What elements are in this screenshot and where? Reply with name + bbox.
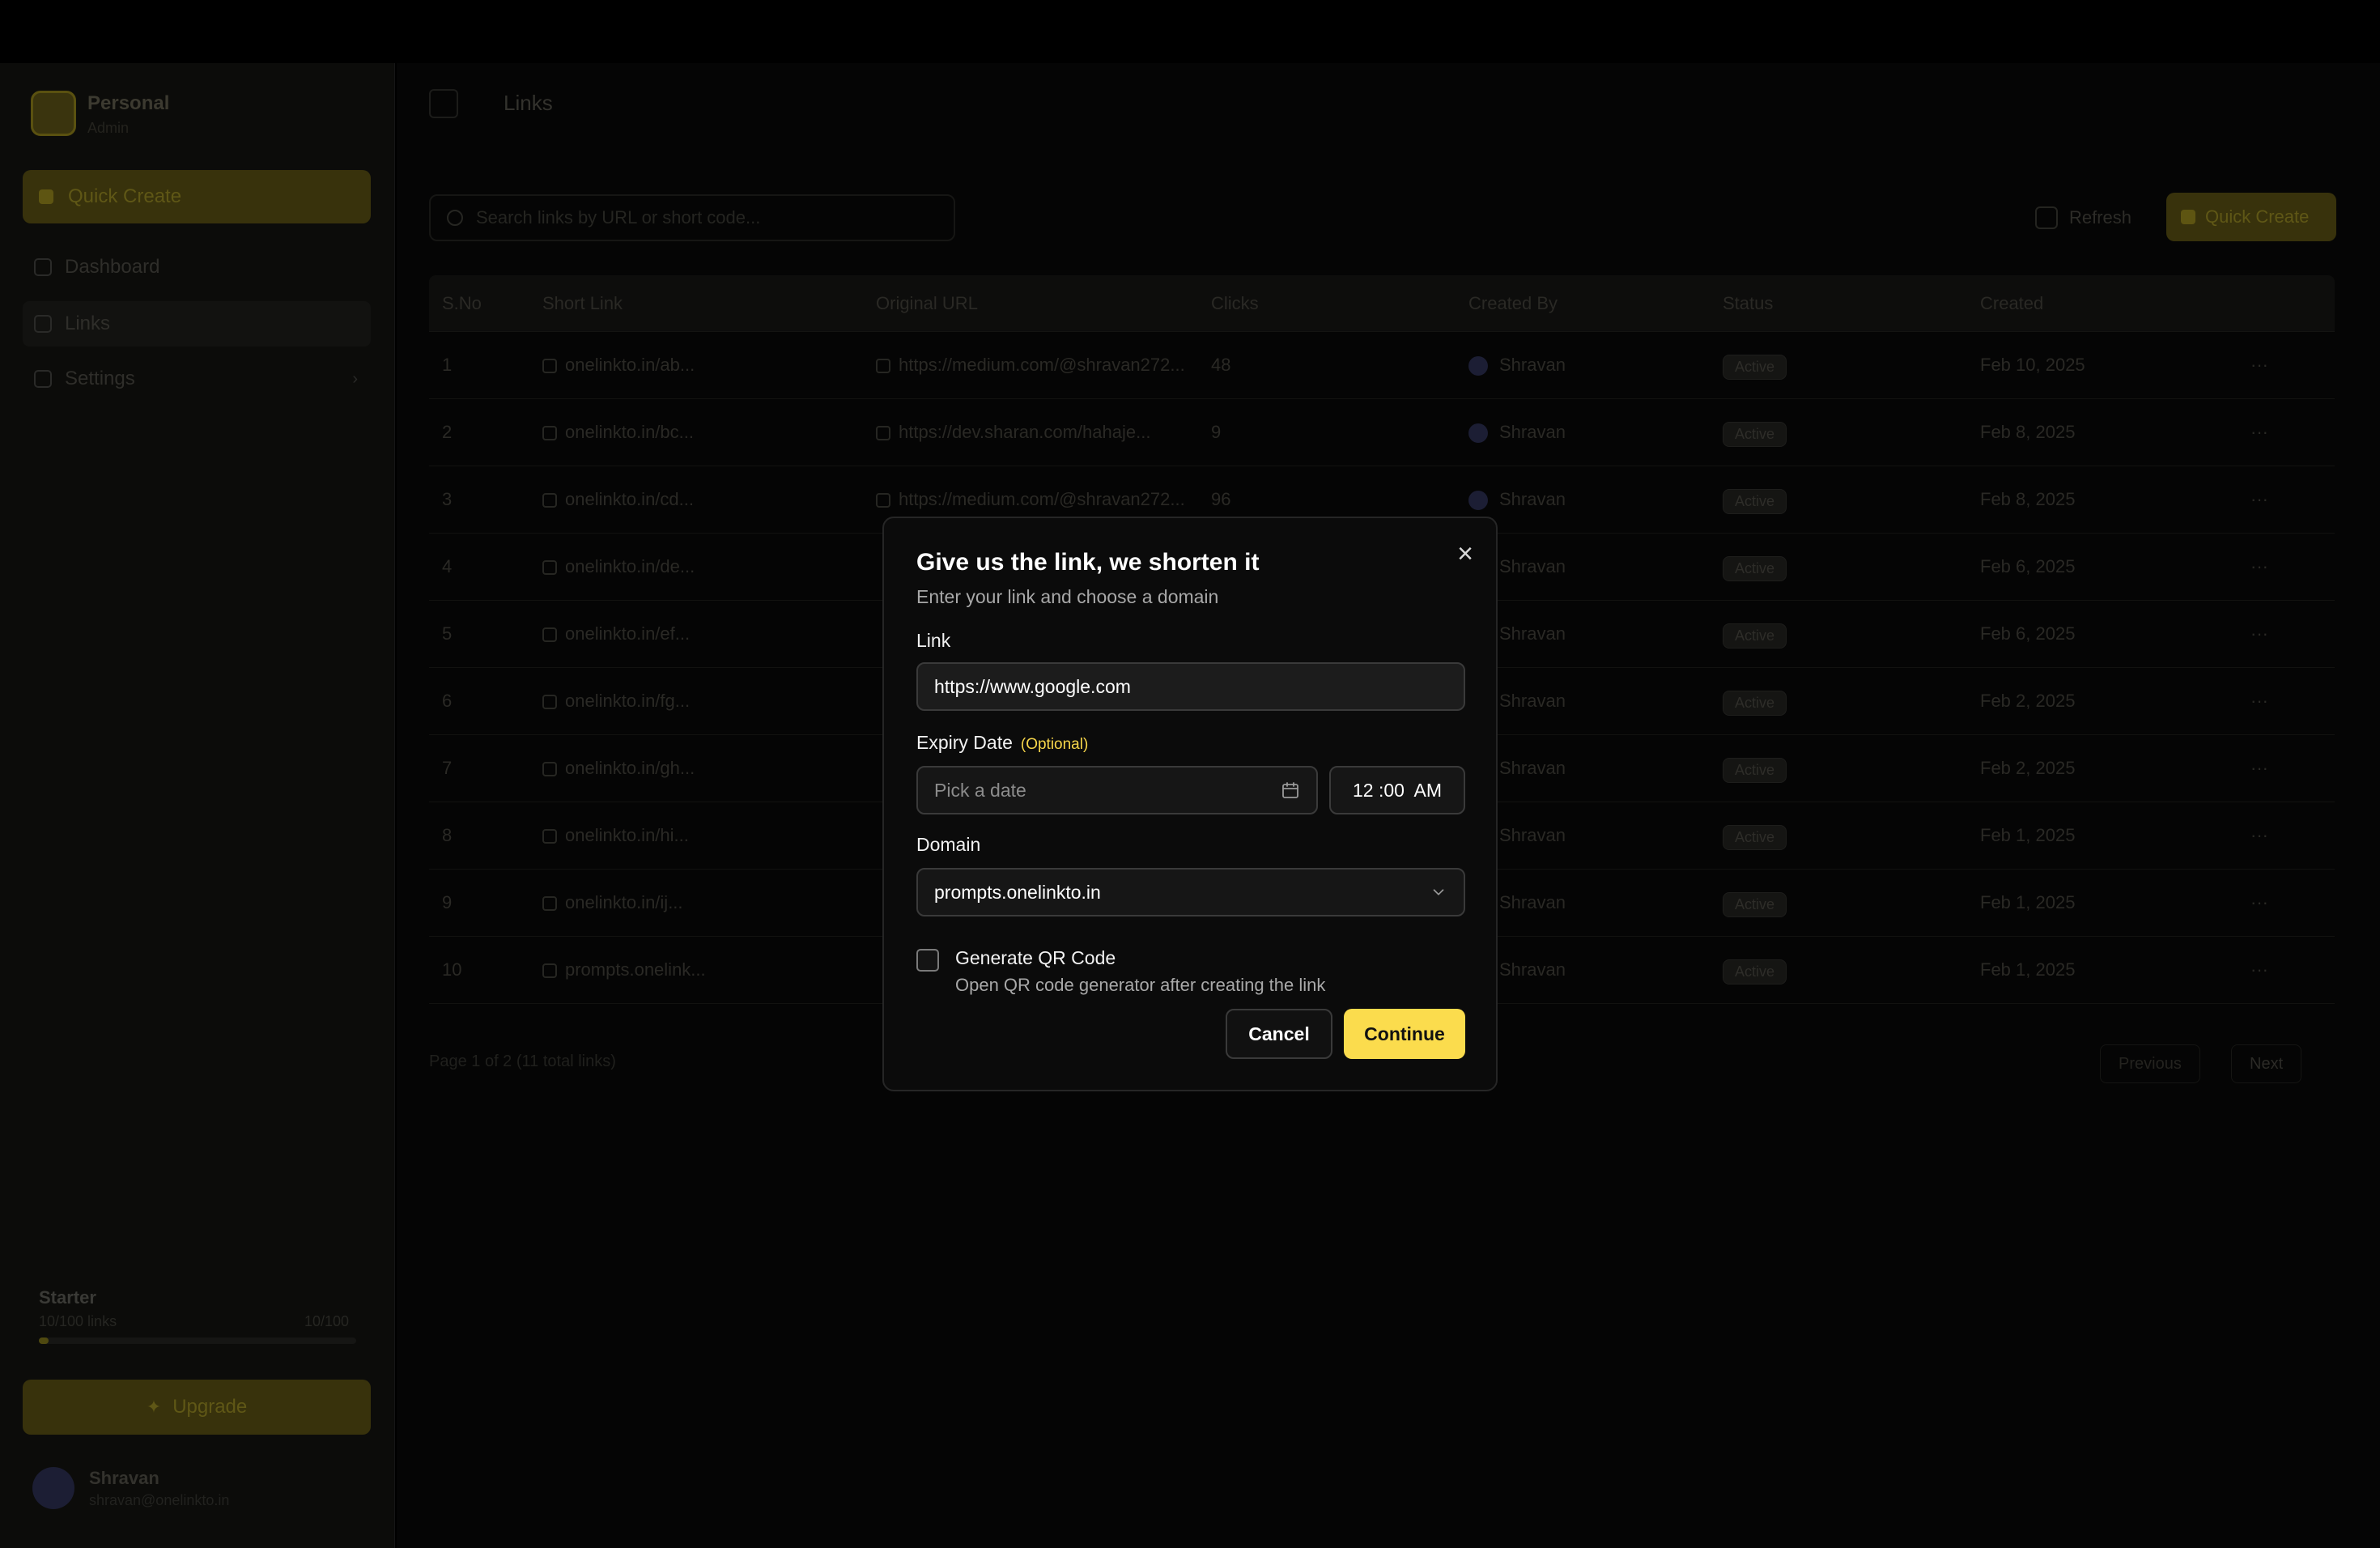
dialog-title: Give us the link, we shorten it: [916, 549, 1260, 576]
close-icon[interactable]: ×: [1451, 539, 1480, 568]
expiry-time-input[interactable]: 12 :00 AM: [1329, 766, 1465, 814]
chevron-down-icon: [1433, 889, 1444, 895]
cancel-button[interactable]: Cancel: [1226, 1009, 1332, 1059]
dialog-subtitle: Enter your link and choose a domain: [916, 586, 1219, 607]
optional-tag: (Optional): [1020, 736, 1089, 753]
link-label: Link: [916, 630, 951, 651]
domain-selected-value: prompts.onelinkto.in: [934, 881, 1101, 903]
continue-button[interactable]: Continue: [1344, 1009, 1465, 1059]
expiry-date-picker[interactable]: Pick a date: [916, 766, 1318, 814]
generate-qr-checkbox[interactable]: [916, 949, 939, 972]
expiry-date-label: Expiry Date (Optional): [916, 732, 1088, 754]
domain-select[interactable]: prompts.onelinkto.in: [916, 868, 1465, 916]
link-input[interactable]: [916, 662, 1465, 711]
generate-qr-description: Open QR code generator after creating th…: [955, 975, 1326, 995]
date-placeholder: Pick a date: [934, 779, 1026, 801]
generate-qr-label[interactable]: Generate QR Code: [955, 947, 1116, 969]
domain-label: Domain: [916, 834, 981, 855]
expiry-date-label-text: Expiry Date: [916, 732, 1013, 753]
shorten-link-dialog: × Give us the link, we shorten it Enter …: [882, 517, 1498, 1091]
calendar-icon: [1282, 782, 1298, 798]
